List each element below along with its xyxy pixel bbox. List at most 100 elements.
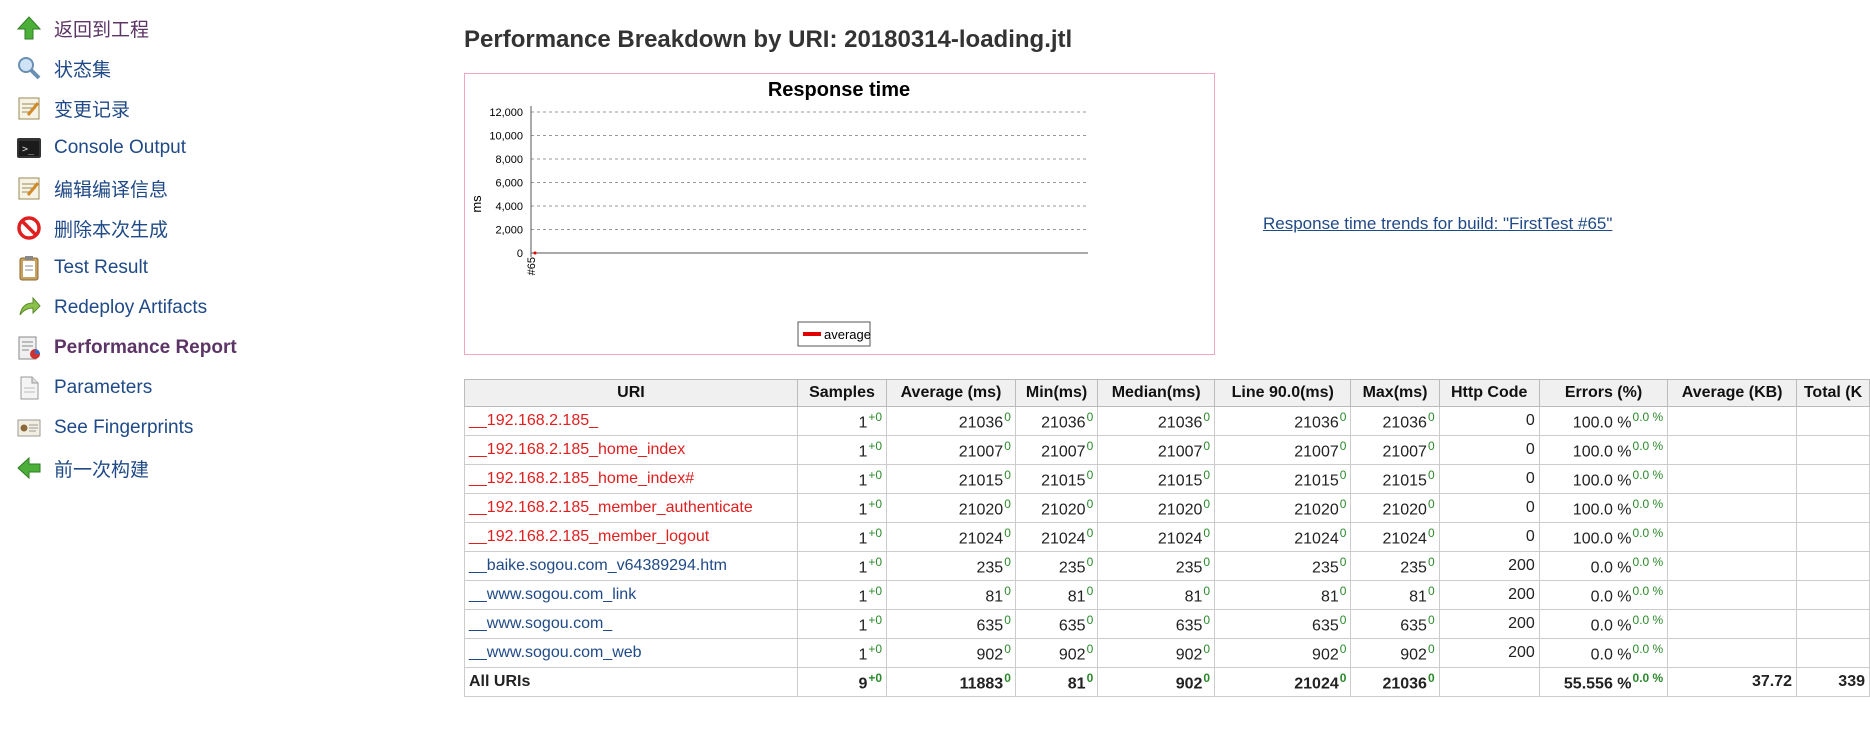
cell-diff: 0 — [1339, 409, 1347, 424]
chart-svg: Response time ms 12,000 10,000 8,000 6,000 4… — [469, 79, 1088, 347]
cell-uri: __192.168.2.185_home_index — [464, 435, 798, 465]
cell-avg_kb — [1667, 609, 1798, 639]
cell-min: 2350 — [1014, 551, 1099, 581]
cell-errors: 0.0 %0.0 % — [1538, 580, 1669, 610]
cell-avg: 210150 — [886, 464, 1016, 494]
cell-diff: 0 — [1004, 525, 1011, 540]
chart-x-tick-label: #65 — [526, 257, 538, 275]
cell-http — [1438, 667, 1540, 697]
uri-link[interactable]: __www.sogou.com_link — [469, 586, 636, 603]
cell-diff: 0 — [1004, 670, 1011, 685]
cell-diff: 0 — [1086, 612, 1094, 627]
cell-value: 21015 — [1157, 472, 1203, 490]
cell-value: 21020 — [1382, 501, 1427, 519]
cell-value: 21036 — [1041, 414, 1086, 432]
cell-avg_kb — [1667, 464, 1798, 494]
cell-median: 2350 — [1097, 551, 1216, 581]
cell-uri: __192.168.2.185_ — [464, 406, 798, 436]
uri-link[interactable]: __192.168.2.185_home_index — [469, 441, 685, 458]
cell-value: 339 — [1838, 673, 1865, 690]
uri-link[interactable]: __baike.sogou.com_v64389294.htm — [469, 557, 727, 574]
cell-diff: 0 — [1203, 438, 1211, 453]
sidebar-item-delete-build[interactable]: 删除本次生成 — [14, 208, 344, 248]
cell-value: 235 — [1312, 559, 1339, 577]
cell-value: 21015 — [1041, 472, 1086, 490]
sidebar-item-console-output[interactable]: >_ Console Output — [14, 128, 344, 168]
column-header-total-kb[interactable]: Total (K — [1796, 379, 1870, 407]
sidebar-item-changes[interactable]: 变更记录 — [14, 88, 344, 128]
sidebar-item-previous-build[interactable]: 前一次构建 — [14, 448, 344, 488]
cell-diff: 0.0 % — [1632, 670, 1664, 685]
arrow-left-icon — [14, 453, 44, 483]
cell-value: 21024 — [1157, 530, 1203, 548]
sidebar-item-redeploy-artifacts[interactable]: Redeploy Artifacts — [14, 288, 344, 328]
cell-value: 21007 — [958, 443, 1004, 461]
column-header-http-code[interactable]: Http Code — [1438, 379, 1540, 407]
cell-median: 210240 — [1097, 522, 1216, 552]
sidebar-item-parameters[interactable]: Parameters — [14, 368, 344, 408]
column-header-max[interactable]: Max(ms) — [1350, 379, 1440, 407]
cell-diff: 0.0 % — [1632, 525, 1664, 540]
sidebar: 返回到工程 状态集 变更记录 >_ Console Output 编辑编译信息 … — [14, 8, 344, 488]
performance-table: URI Samples Average (ms) Min(ms) Median(… — [464, 379, 1870, 697]
chart-y-tick-label: 12,000 — [489, 107, 523, 119]
sidebar-item-status[interactable]: 状态集 — [14, 48, 344, 88]
table-row: __www.sogou.com_web 1+0 9020 9020 9020 9020 90… — [464, 638, 1870, 668]
cell-diff: 0 — [1203, 467, 1211, 482]
uri-link[interactable]: __192.168.2.185_member_logout — [469, 528, 709, 545]
uri-link[interactable]: __192.168.2.185_home_index# — [469, 470, 694, 487]
sidebar-item-performance-report[interactable]: Performance Report — [14, 328, 344, 368]
cell-uri: __www.sogou.com_web — [464, 638, 798, 668]
cell-value: 635 — [1312, 617, 1339, 635]
cell-diff: +0 — [868, 409, 883, 424]
sidebar-item-label: 变更记录 — [54, 99, 131, 121]
uri-link[interactable]: __192.168.2.185_ — [469, 412, 598, 429]
cell-diff: +0 — [868, 438, 883, 453]
column-header-uri[interactable]: URI — [464, 379, 798, 407]
chart-y-tick-label: 2,000 — [495, 225, 523, 237]
cell-value: 21024 — [1382, 530, 1427, 548]
sidebar-item-edit-build-info[interactable]: 编辑编译信息 — [14, 168, 344, 208]
cell-diff: 0 — [1427, 409, 1435, 424]
cell-diff: 0 — [1004, 438, 1011, 453]
cell-value: 902 — [1312, 646, 1339, 664]
sidebar-item-back-to-project[interactable]: 返回到工程 — [14, 8, 344, 48]
uri-link[interactable]: __www.sogou.com_web — [469, 644, 642, 661]
column-header-line90[interactable]: Line 90.0(ms) — [1214, 379, 1352, 407]
column-header-average-kb[interactable]: Average (KB) — [1667, 379, 1798, 407]
cell-diff: 0 — [1086, 525, 1094, 540]
response-time-trends-link[interactable]: Response time trends for build: "FirstTe… — [1263, 214, 1612, 234]
cell-diff: 0 — [1203, 670, 1211, 685]
cell-value: 21036 — [1382, 414, 1427, 432]
cell-diff: 0 — [1427, 525, 1435, 540]
no-entry-icon — [14, 213, 44, 243]
cell-avg: 210070 — [886, 435, 1016, 465]
cell-diff: 0 — [1086, 438, 1094, 453]
cell-samples: 1+0 — [796, 435, 888, 465]
chart-legend: average — [797, 321, 871, 347]
uri-link[interactable]: __www.sogou.com_ — [469, 615, 612, 632]
cell-value: 1 — [858, 501, 868, 519]
cell-uri: __192.168.2.185_member_logout — [464, 522, 798, 552]
cell-median: 210200 — [1097, 493, 1216, 523]
cell-samples: 1+0 — [796, 609, 888, 639]
uri-link[interactable]: __192.168.2.185_member_authenticate — [469, 499, 753, 516]
cell-avg: 810 — [886, 580, 1016, 610]
cell-value: 1 — [858, 472, 868, 490]
cell-diff: 0 — [1004, 467, 1011, 482]
sidebar-item-see-fingerprints[interactable]: See Fingerprints — [14, 408, 344, 448]
column-header-samples[interactable]: Samples — [796, 379, 888, 407]
column-header-errors[interactable]: Errors (%) — [1538, 379, 1669, 407]
cell-avg: 118830 — [886, 667, 1016, 697]
cell-diff: 0 — [1339, 496, 1347, 511]
clipboard-icon — [14, 253, 44, 283]
column-header-min[interactable]: Min(ms) — [1014, 379, 1099, 407]
column-header-median[interactable]: Median(ms) — [1097, 379, 1216, 407]
cell-value: 235 — [1400, 559, 1427, 577]
sidebar-item-test-result[interactable]: Test Result — [14, 248, 344, 288]
column-header-average[interactable]: Average (ms) — [886, 379, 1016, 407]
cell-value: 21036 — [958, 414, 1004, 432]
sidebar-item-label: 删除本次生成 — [54, 219, 169, 241]
table-row: __www.sogou.com_link 1+0 810 810 810 810 810 20… — [464, 580, 1870, 610]
cell-diff: 0 — [1427, 583, 1435, 598]
